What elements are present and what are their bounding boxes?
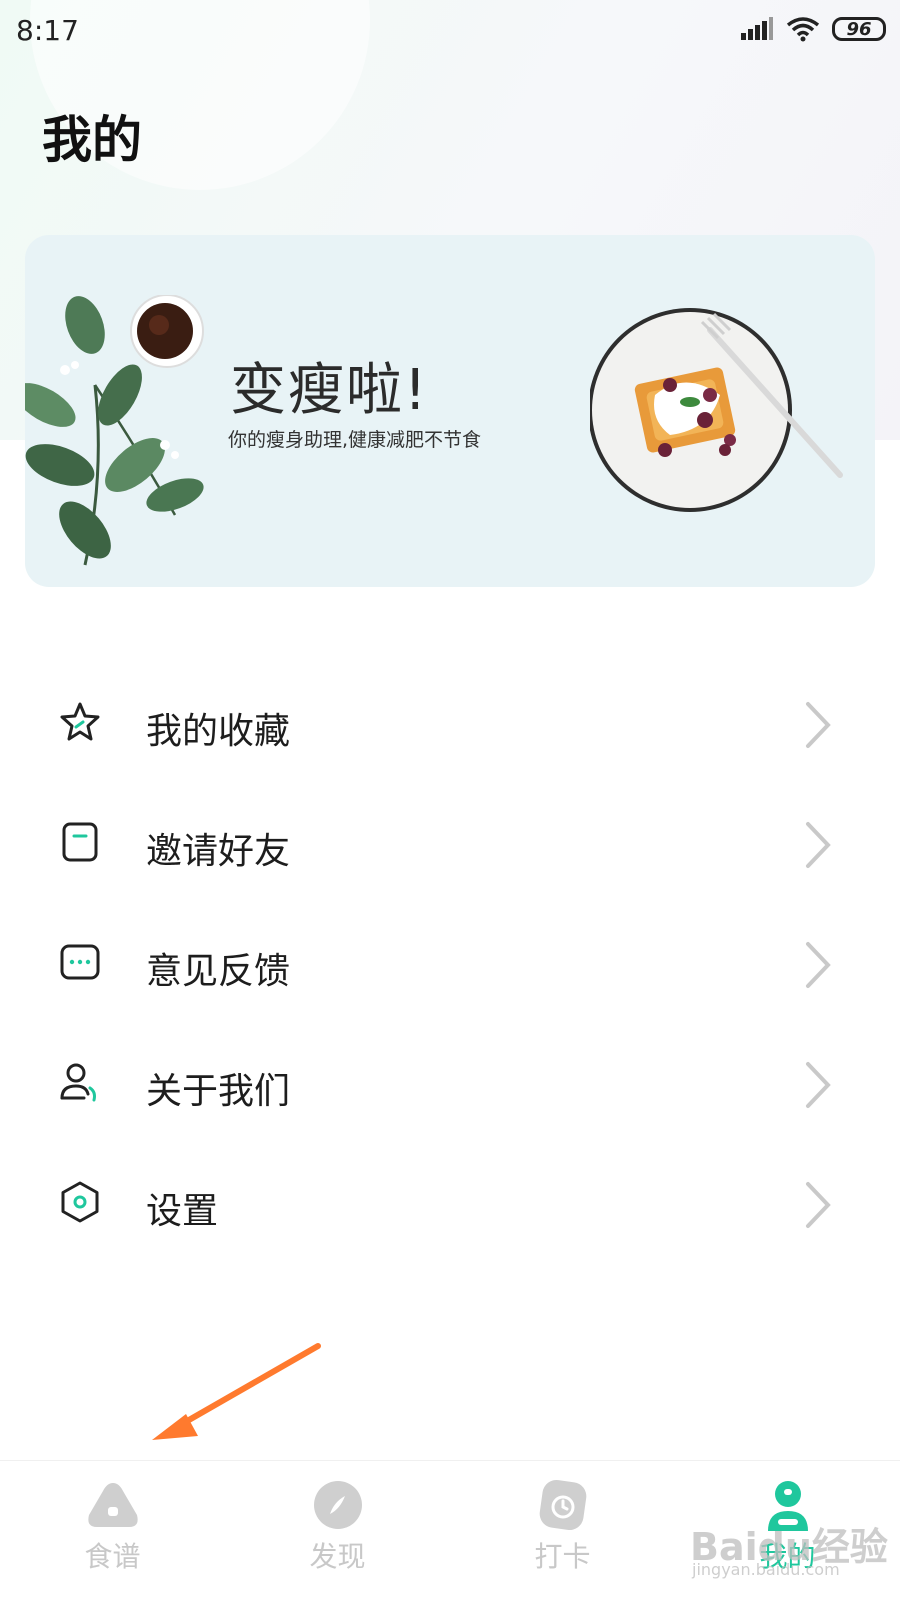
hexagon-settings-icon [61, 1181, 99, 1223]
status-bar: 8:17 96 [0, 0, 900, 60]
battery-indicator: 96 [832, 17, 886, 41]
menu-item-favorites[interactable]: 我的收藏 [0, 664, 900, 784]
person-icon [60, 1063, 96, 1102]
menu-item-label: 设置 [146, 1191, 219, 1232]
annotation-arrow [152, 1343, 321, 1440]
menu-item-label: 我的收藏 [146, 711, 291, 752]
chevron-right-icon [806, 1182, 831, 1228]
watermark-url: jingyan.baidu.com [692, 1560, 840, 1579]
feedback-chat-icon [60, 944, 100, 980]
chevron-right-icon [806, 1062, 831, 1108]
chevron-right-icon [806, 942, 831, 988]
menu-item-label: 关于我们 [146, 1071, 291, 1112]
menu-item-label: 意见反馈 [146, 951, 291, 992]
signal-icon [741, 17, 773, 40]
tab-discover[interactable]: 发现 [225, 1461, 450, 1601]
plant-coffee-illustration [25, 295, 204, 566]
menu-item-invite-friends[interactable]: 邀请好友 [0, 784, 900, 904]
status-time: 8:17 [16, 14, 79, 47]
status-icons: 96 [740, 16, 886, 42]
menu-item-label: 邀请好友 [146, 831, 291, 872]
menu-item-about-us[interactable]: 关于我们 [0, 1024, 900, 1144]
menu-list: 我的收藏 邀请好友 意见反馈 关于我们 设置 [0, 664, 900, 1264]
star-icon [60, 702, 100, 741]
tab-recipes[interactable]: 食谱 [0, 1461, 225, 1601]
menu-item-settings[interactable]: 设置 [0, 1144, 900, 1264]
tab-label: 打卡 [534, 1540, 591, 1573]
invite-card-icon [62, 822, 98, 862]
chevron-right-icon [806, 822, 831, 868]
banner-subtitle: 你的瘦身助理,健康减肥不节食 [228, 429, 482, 451]
waffle-plate-illustration [590, 308, 843, 512]
recipe-icon [87, 1483, 138, 1527]
tab-checkin[interactable]: 打卡 [450, 1461, 675, 1601]
menu-item-feedback[interactable]: 意见反馈 [0, 904, 900, 1024]
page-title: 我的 [42, 111, 142, 169]
promo-banner[interactable]: 变瘦啦! 你的瘦身助理,健康减肥不节食 [25, 235, 875, 587]
chevron-right-icon [806, 702, 831, 748]
clock-icon [539, 1479, 586, 1531]
tab-label: 发现 [309, 1540, 366, 1573]
wifi-icon [786, 17, 820, 42]
banner-title: 变瘦啦! [230, 358, 429, 423]
discover-icon [313, 1481, 362, 1529]
tab-label: 食谱 [84, 1540, 141, 1573]
